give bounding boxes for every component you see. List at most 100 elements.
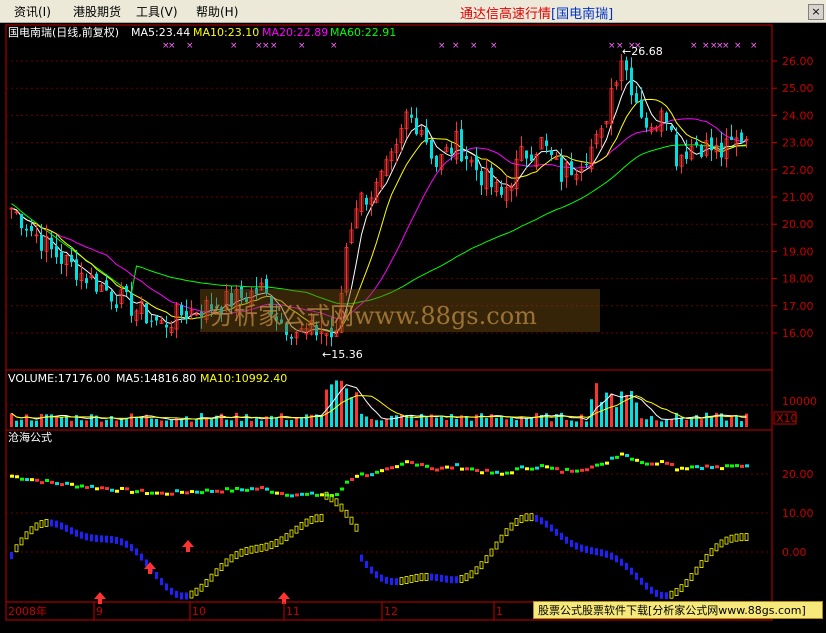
volume-bar [120, 418, 123, 427]
volume-bar [640, 418, 643, 427]
volume-bar [645, 419, 648, 427]
indicator-upper-mark [665, 461, 669, 465]
indicator-lower-bar [309, 516, 314, 524]
indicator-upper-mark [220, 490, 224, 494]
price-tick-label: 18.00 [782, 273, 814, 286]
candle-body [675, 134, 678, 167]
volume-bar [730, 415, 733, 427]
volume-bar [230, 420, 233, 427]
close-icon[interactable]: × [808, 4, 824, 20]
volume-bar [415, 420, 418, 427]
volume-bar [335, 380, 338, 427]
indicator-upper-mark [410, 461, 414, 465]
volume-bar [665, 419, 668, 427]
candle-body [500, 186, 503, 195]
volume-bar [90, 414, 93, 427]
volume-bar [655, 420, 658, 427]
volume-bar [250, 420, 253, 427]
date-tick-label: 11 [286, 605, 300, 618]
volume-bar [455, 418, 458, 427]
volume-bar [575, 421, 578, 427]
volume-bar [20, 419, 23, 427]
indicator-upper-mark [110, 488, 114, 492]
menu-help[interactable]: 帮助(H) [196, 3, 238, 20]
price-tick-label: 24.00 [782, 109, 814, 122]
indicator-lower-bar [339, 503, 344, 512]
indicator-lower-bar [560, 532, 563, 540]
ma20-label: MA20:22.89 [262, 26, 328, 39]
menu-tools[interactable]: 工具(V) [136, 3, 178, 20]
indicator-lower-bar [194, 587, 199, 596]
indicator-upper-mark [295, 493, 299, 497]
menu-info[interactable]: 资讯(I) [14, 3, 51, 20]
price-tick-label: 20.00 [782, 218, 814, 231]
indicator-upper-mark [70, 482, 74, 486]
indicator-upper-mark [240, 488, 244, 492]
volume-bar [535, 413, 538, 427]
volume-bar [160, 420, 163, 427]
volume-bar [610, 393, 613, 427]
indicator-upper-mark [740, 464, 744, 468]
indicator-upper-mark [670, 462, 674, 466]
buy-arrow-icon [182, 540, 194, 552]
candle-body [625, 60, 628, 71]
volume-bar [205, 418, 208, 427]
indicator-lower-bar [615, 555, 618, 563]
candle-body [460, 129, 463, 162]
indicator-upper-mark [705, 464, 709, 468]
volume-bar [395, 415, 398, 427]
indicator-lower-bar [595, 548, 598, 556]
indicator-upper-mark [245, 488, 249, 492]
candle-body [70, 254, 73, 263]
indicator-lower-bar [334, 498, 339, 507]
indicator-lower-bar [419, 573, 424, 582]
indicator-lower-bar [714, 543, 719, 552]
indicator-upper-mark [205, 488, 209, 492]
indicator-upper-mark [380, 469, 384, 473]
volume-bar [280, 413, 283, 427]
indicator-lower-bar [484, 555, 489, 564]
indicator-lower-bar [580, 544, 583, 552]
title-stock-name: [国电南瑞] [551, 7, 614, 22]
indicator-lower-bar [440, 574, 443, 582]
indicator-upper-mark [365, 474, 369, 478]
indicator-lower-bar [95, 535, 98, 543]
volume-bar [240, 420, 243, 427]
indicator-upper-mark [465, 467, 469, 471]
price-axis: 26.00 25.00 24.00 23.00 22.00 21.00 20.00 19.00… [772, 55, 814, 340]
menu-hk-futures[interactable]: 港股期货 [73, 3, 121, 20]
indicator-upper-mark [25, 478, 29, 482]
volume-bar [245, 414, 248, 427]
signal-x-marker: × [702, 41, 710, 51]
indicator-lower-bar [625, 562, 628, 570]
indicator-lower-bar [199, 583, 204, 592]
indicator-lower-bar [734, 533, 739, 542]
indicator-lower-bar [110, 536, 113, 544]
candle-body [645, 117, 648, 128]
candle-body [185, 311, 188, 320]
indicator-lower-bar [39, 520, 44, 528]
indicator-upper-mark [440, 466, 444, 470]
candle-body [525, 150, 528, 159]
indicator-upper-mark [305, 492, 309, 496]
candle-body [165, 324, 168, 328]
indicator-lower-bar [650, 586, 653, 594]
indicator-lower-bar [80, 531, 83, 539]
indicator-upper-mark [135, 490, 139, 494]
indicator-upper-mark [80, 484, 84, 488]
ad-banner[interactable]: 股票公式股票软件下载[分析家公式网www.88gs.com] [533, 601, 823, 619]
volume-bar [650, 416, 653, 427]
indicator-upper-mark [230, 489, 234, 493]
indicator-lower-bar [585, 546, 588, 554]
candle-body [560, 157, 563, 182]
volume-bar [260, 420, 263, 427]
indicator-lower-bar [600, 549, 603, 557]
signal-x-marker: × [298, 41, 306, 51]
candle-body [85, 278, 88, 284]
indicator-lower-bar [380, 574, 383, 582]
price-tick-label: 23.00 [782, 137, 814, 150]
candle-body [530, 154, 533, 162]
volume-bar [615, 407, 618, 427]
indicator-upper-mark [180, 490, 184, 494]
indicator-lower-bar [414, 574, 419, 582]
